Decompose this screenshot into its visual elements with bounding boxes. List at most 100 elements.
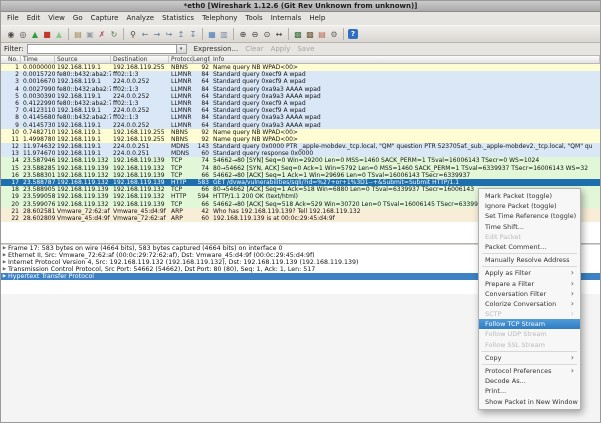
- menu-item-protocol-preferences[interactable]: Protocol Preferences›: [479, 366, 580, 376]
- menu-item-mark-packet-toggle[interactable]: Mark Packet (toggle): [479, 191, 580, 201]
- menu-item-edit-packet[interactable]: Edit Packet: [479, 232, 580, 242]
- packet-row-9[interactable]: 90.414573000192.168.119.1224.0.0.252LLMN…: [1, 122, 600, 129]
- clear-button[interactable]: Clear: [245, 45, 263, 53]
- packet-length: 84: [193, 71, 210, 78]
- zoom-out-icon[interactable]: ⊖: [249, 28, 261, 41]
- packet-row-3[interactable]: 30.001667000192.168.119.1224.0.0.252LLMN…: [1, 78, 600, 85]
- zoom-in-icon[interactable]: ⊕: [237, 28, 249, 41]
- restart-capture-icon[interactable]: ▲: [53, 28, 65, 41]
- filter-dropdown-icon[interactable]: ▾: [177, 44, 187, 54]
- packet-time: 23.59907600: [21, 201, 55, 208]
- help-icon[interactable]: ?: [348, 29, 358, 39]
- expression-button[interactable]: Expression...: [194, 45, 239, 53]
- resize-columns-icon[interactable]: ↔: [273, 28, 285, 41]
- column-header-source[interactable]: Source: [55, 56, 111, 63]
- expander-icon[interactable]: ▶: [1, 273, 8, 280]
- column-header-protocol[interactable]: Protocol: [169, 56, 193, 63]
- open-file-icon[interactable]: ▤: [72, 28, 84, 41]
- menu-item-follow-tcp-stream[interactable]: Follow TCP Stream: [479, 319, 580, 329]
- menu-item-packet-comment[interactable]: Packet Comment...: [479, 242, 580, 252]
- colorize-icon[interactable]: ▦: [206, 28, 218, 41]
- column-header-info[interactable]: Info: [210, 56, 600, 63]
- menu-go[interactable]: Go: [69, 12, 87, 25]
- menu-item-ignore-packet-toggle[interactable]: Ignore Packet (toggle): [479, 201, 580, 211]
- expander-icon[interactable]: ▶: [1, 259, 8, 266]
- packet-time: 23.59905800: [21, 193, 55, 200]
- packet-row-5[interactable]: 50.003039000192.168.119.1224.0.0.252LLMN…: [1, 93, 600, 100]
- packet-row-14[interactable]: 1423.58794600192.168.119.132192.168.119.…: [1, 157, 600, 164]
- interfaces-icon[interactable]: ◉: [5, 28, 17, 41]
- menu-item-show-packet-in-new-window[interactable]: Show Packet in New Window: [479, 397, 580, 407]
- menu-item-prepare-a-filter[interactable]: Prepare a Filter›: [479, 279, 580, 289]
- menu-edit[interactable]: Edit: [23, 12, 45, 25]
- expander-icon[interactable]: ▶: [1, 266, 8, 273]
- menu-internals[interactable]: Internals: [267, 12, 306, 25]
- menu-item-copy[interactable]: Copy›: [479, 353, 580, 363]
- menu-file[interactable]: File: [3, 12, 23, 25]
- reload-icon[interactable]: ↻: [108, 28, 120, 41]
- menu-help[interactable]: Help: [305, 12, 329, 25]
- packet-time: 0.412311000: [21, 107, 55, 114]
- capture-options-icon[interactable]: ◎: [17, 28, 29, 41]
- expander-icon[interactable]: ▶: [1, 245, 8, 252]
- stop-capture-icon[interactable]: ■: [41, 28, 53, 41]
- save-button[interactable]: Save: [297, 45, 314, 53]
- column-header-time[interactable]: Time: [21, 56, 55, 63]
- save-file-icon[interactable]: ▣: [84, 28, 96, 41]
- packet-row-12[interactable]: 1211.97463200192.168.119.1224.0.0.251MDN…: [1, 143, 600, 150]
- menu-item-apply-as-filter[interactable]: Apply as Filter›: [479, 268, 580, 278]
- coloring-rules-icon[interactable]: ▤: [316, 28, 328, 41]
- go-forward-icon[interactable]: →: [151, 28, 163, 41]
- column-header-length[interactable]: Length: [193, 56, 210, 63]
- close-capture-icon[interactable]: ✗: [96, 28, 108, 41]
- menu-item-conversation-filter[interactable]: Conversation Filter›: [479, 289, 580, 299]
- menu-telephony[interactable]: Telephony: [198, 12, 241, 25]
- menu-item-print[interactable]: Print...: [479, 386, 580, 396]
- packet-row-13[interactable]: 1311.97467000192.168.119.1224.0.0.251MDN…: [1, 150, 600, 157]
- packet-info: 80→54662 [SYN, ACK] Seq=0 Ack=1 Win=5792…: [210, 165, 600, 172]
- menu-item-follow-ssl-stream[interactable]: Follow SSL Stream: [479, 340, 580, 350]
- packet-row-11[interactable]: 111.499878000192.168.119.1192.168.119.25…: [1, 136, 600, 143]
- zoom-100-icon[interactable]: ⊙: [261, 28, 273, 41]
- packet-row-1[interactable]: 10.000000000192.168.119.1192.168.119.255…: [1, 64, 600, 71]
- go-back-icon[interactable]: ←: [139, 28, 151, 41]
- apply-button[interactable]: Apply: [271, 45, 291, 53]
- go-to-packet-icon[interactable]: ↪: [163, 28, 175, 41]
- preferences-icon[interactable]: ⚙: [328, 28, 340, 41]
- packet-row-6[interactable]: 60.412299000fe80::b432:aba2:71d1:ff02::1…: [1, 100, 600, 107]
- packet-row-17[interactable]: 1723.58878700192.168.119.132192.168.119.…: [1, 179, 600, 186]
- packet-row-4[interactable]: 40.002799000fe80::b432:aba2:71d1:ff02::1…: [1, 86, 600, 93]
- packet-length: 64: [193, 107, 210, 114]
- packet-no: 9: [1, 122, 21, 129]
- menu-tools[interactable]: Tools: [241, 12, 266, 25]
- menu-item-colorize-conversation[interactable]: Colorize Conversation›: [479, 299, 580, 309]
- menu-capture[interactable]: Capture: [87, 12, 123, 25]
- packet-row-7[interactable]: 70.412311000192.168.119.1224.0.0.252LLMN…: [1, 107, 600, 114]
- go-to-top-icon[interactable]: ↥: [175, 28, 187, 41]
- menu-item-time-shift[interactable]: Time Shift...: [479, 222, 580, 232]
- display-filters-icon[interactable]: ▩: [304, 28, 316, 41]
- find-packet-icon[interactable]: ⚲: [127, 28, 139, 41]
- menu-statistics[interactable]: Statistics: [158, 12, 198, 25]
- menu-item-manually-resolve-address[interactable]: Manually Resolve Address: [479, 255, 580, 265]
- menu-item-sctp[interactable]: SCTP›: [479, 309, 580, 319]
- packet-row-15[interactable]: 1523.58828500192.168.119.139192.168.119.…: [1, 165, 600, 172]
- packet-row-8[interactable]: 80.414568000fe80::b432:aba2:71d1:ff02::1…: [1, 114, 600, 121]
- packet-row-2[interactable]: 20.001572000fe80::b432:aba2:71d1:ff02::1…: [1, 71, 600, 78]
- packet-row-10[interactable]: 100.748271000192.168.119.1192.168.119.25…: [1, 129, 600, 136]
- autoscroll-icon[interactable]: ▥: [218, 28, 230, 41]
- expander-icon[interactable]: ▶: [1, 252, 8, 259]
- packet-row-16[interactable]: 1623.58830100192.168.119.132192.168.119.…: [1, 172, 600, 179]
- submenu-arrow-icon: ›: [571, 268, 574, 278]
- column-header-no[interactable]: No.: [1, 56, 21, 63]
- menu-item-follow-udp-stream[interactable]: Follow UDP Stream: [479, 329, 580, 339]
- filter-input[interactable]: [27, 44, 177, 54]
- menu-view[interactable]: View: [44, 12, 69, 25]
- menu-item-set-time-reference-toggle[interactable]: Set Time Reference (toggle): [479, 211, 580, 221]
- go-to-bottom-icon[interactable]: ↧: [187, 28, 199, 41]
- start-capture-icon[interactable]: ▲: [29, 28, 41, 41]
- column-header-destination[interactable]: Destination: [111, 56, 169, 63]
- capture-filters-icon[interactable]: ▩: [292, 28, 304, 41]
- menu-analyze[interactable]: Analyze: [122, 12, 158, 25]
- menu-item-decode-as[interactable]: Decode As...: [479, 376, 580, 386]
